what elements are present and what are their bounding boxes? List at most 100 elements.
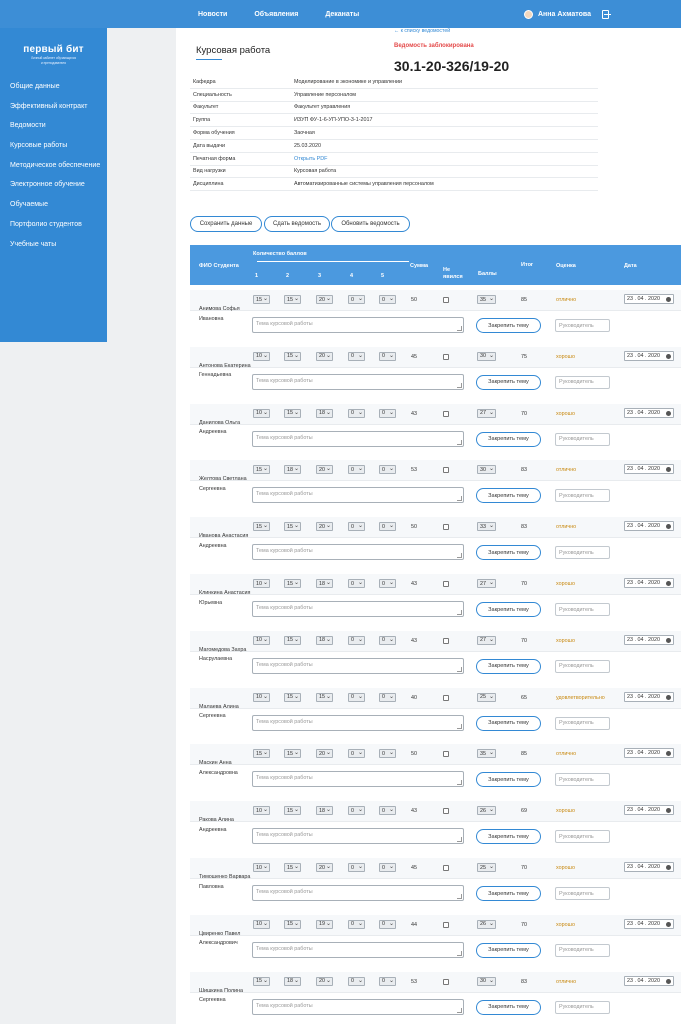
topic-textarea[interactable]: Тема курсовой работы [252, 941, 464, 958]
sidebar-item-contract[interactable]: Эффективный контракт [10, 103, 100, 123]
score-select-2[interactable]: 15 [284, 522, 301, 532]
avatar[interactable] [524, 9, 533, 19]
topic-textarea[interactable]: Тема курсовой работы [252, 771, 464, 788]
fix-topic-button[interactable]: Закрепить тему [476, 374, 541, 390]
score-select-2[interactable]: 15 [284, 635, 301, 645]
score-select-5[interactable]: 0 [379, 976, 396, 986]
score-select-2[interactable]: 15 [284, 692, 301, 702]
score-select-3[interactable]: 19 [316, 919, 333, 929]
score-select-3[interactable]: 20 [316, 749, 333, 759]
fix-topic-button[interactable]: Закрепить тему [476, 772, 541, 788]
absent-checkbox[interactable] [443, 410, 449, 417]
score-select-4[interactable]: 0 [348, 408, 365, 418]
user-menu[interactable]: Анна Ахматова [524, 0, 611, 28]
score-select-5[interactable]: 0 [379, 863, 396, 872]
topic-textarea[interactable]: Тема курсовой работы [252, 601, 464, 617]
score-select-3[interactable]: 20 [316, 976, 333, 986]
nav-news[interactable]: Новости [198, 11, 227, 18]
score-select-1[interactable]: 15 [253, 465, 270, 475]
score-select-4[interactable]: 0 [348, 579, 365, 588]
score-select-5[interactable]: 0 [379, 635, 396, 645]
calendar-icon[interactable] [666, 524, 671, 530]
score-select-5[interactable]: 0 [379, 351, 396, 361]
score-select-3[interactable]: 20 [316, 465, 333, 475]
score-select-3[interactable]: 20 [316, 522, 333, 532]
balls-select[interactable]: 26 [477, 919, 496, 929]
absent-checkbox[interactable] [443, 921, 449, 928]
absent-checkbox[interactable] [443, 808, 449, 815]
score-select-4[interactable]: 0 [348, 465, 365, 475]
sidebar-item-elearning[interactable]: Электронное обучение [10, 181, 100, 201]
fix-topic-button[interactable]: Закрепить тему [476, 886, 541, 901]
balls-select[interactable]: 25 [477, 863, 496, 872]
balls-select[interactable]: 27 [477, 579, 496, 588]
balls-select[interactable]: 35 [477, 749, 496, 759]
score-select-4[interactable]: 0 [348, 863, 365, 872]
absent-checkbox[interactable] [443, 353, 449, 360]
date-input[interactable]: 23 . 04 . 2020 [624, 578, 674, 588]
score-select-1[interactable]: 15 [253, 295, 270, 304]
topic-textarea[interactable]: Тема курсовой работы [252, 544, 464, 561]
score-select-3[interactable]: 18 [316, 579, 333, 588]
supervisor-input[interactable]: Руководитель [555, 489, 610, 503]
score-select-2[interactable]: 15 [284, 919, 301, 929]
score-select-3[interactable]: 18 [316, 408, 333, 418]
score-select-2[interactable]: 15 [284, 408, 301, 418]
sidebar-item-general[interactable]: Общие данные [10, 83, 100, 103]
save-data-button[interactable]: Сохранить данные [190, 216, 262, 232]
topic-textarea[interactable]: Тема курсовой работы [252, 657, 464, 674]
score-select-1[interactable]: 10 [253, 919, 270, 929]
topic-textarea[interactable]: Тема курсовой работы [252, 430, 464, 447]
nav-announcements[interactable]: Объявления [254, 11, 298, 18]
score-select-3[interactable]: 15 [316, 692, 333, 702]
calendar-icon[interactable] [666, 410, 671, 416]
topic-textarea[interactable]: Тема курсовой работы [252, 714, 464, 731]
date-input[interactable]: 23 . 04 . 2020 [624, 464, 674, 475]
supervisor-input[interactable]: Руководитель [555, 716, 610, 730]
calendar-icon[interactable] [666, 353, 671, 359]
score-select-5[interactable]: 0 [379, 408, 396, 418]
supervisor-input[interactable]: Руководитель [555, 943, 610, 957]
absent-checkbox[interactable] [443, 297, 449, 303]
submit-statement-button[interactable]: Сдать ведомость [264, 216, 330, 232]
topic-textarea[interactable]: Тема курсовой работы [252, 487, 464, 504]
logout-icon[interactable] [602, 9, 611, 19]
calendar-icon[interactable] [666, 921, 671, 927]
calendar-icon[interactable] [666, 297, 671, 302]
supervisor-input[interactable]: Руководитель [555, 319, 610, 332]
topic-textarea[interactable]: Тема курсовой работы [252, 885, 464, 901]
refresh-statement-button[interactable]: Обновить ведомость [331, 216, 410, 232]
score-select-4[interactable]: 0 [348, 806, 365, 816]
absent-checkbox[interactable] [443, 581, 449, 587]
score-select-5[interactable]: 0 [379, 919, 396, 929]
supervisor-input[interactable]: Руководитель [555, 1000, 610, 1014]
calendar-icon[interactable] [666, 751, 671, 757]
fix-topic-button[interactable]: Закрепить тему [476, 999, 541, 1015]
sidebar-item-portfolio[interactable]: Портфолио студентов [10, 221, 100, 241]
date-input[interactable]: 23 . 04 . 2020 [624, 805, 674, 816]
absent-checkbox[interactable] [443, 751, 449, 758]
balls-select[interactable]: 30 [477, 976, 496, 986]
score-select-1[interactable]: 15 [253, 976, 270, 986]
score-select-4[interactable]: 0 [348, 976, 365, 986]
supervisor-input[interactable]: Руководитель [555, 830, 610, 844]
calendar-icon[interactable] [666, 581, 671, 586]
sidebar-item-coursework[interactable]: Курсовые работы [10, 142, 100, 162]
score-select-2[interactable]: 15 [284, 863, 301, 872]
score-select-4[interactable]: 0 [348, 522, 365, 532]
fix-topic-button[interactable]: Закрепить тему [476, 658, 541, 674]
absent-checkbox[interactable] [443, 694, 449, 701]
absent-checkbox[interactable] [443, 637, 449, 644]
calendar-icon[interactable] [666, 694, 671, 700]
topic-textarea[interactable]: Тема курсовой работы [252, 317, 464, 333]
user-name[interactable]: Анна Ахматова [538, 11, 591, 18]
absent-checkbox[interactable] [443, 467, 449, 474]
supervisor-input[interactable]: Руководитель [555, 659, 610, 673]
balls-select[interactable]: 30 [477, 351, 496, 361]
score-select-4[interactable]: 0 [348, 692, 365, 702]
sidebar-item-methodical[interactable]: Методическое обеспечение [10, 162, 100, 182]
balls-select[interactable]: 30 [477, 465, 496, 475]
score-select-1[interactable]: 10 [253, 692, 270, 702]
balls-select[interactable]: 33 [477, 522, 496, 532]
topic-textarea[interactable]: Тема курсовой работы [252, 998, 464, 1015]
